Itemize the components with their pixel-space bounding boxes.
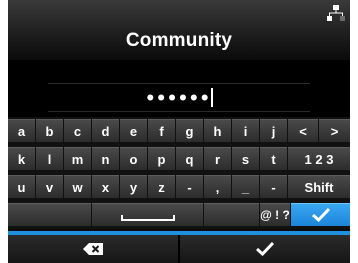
key-underscore[interactable]: _ (232, 175, 259, 198)
masked-value: •••••• (144, 89, 211, 109)
key-j[interactable]: j (260, 119, 287, 142)
key-w[interactable]: w (64, 175, 91, 198)
password-input-area[interactable]: •••••• (8, 60, 350, 117)
text-cursor (211, 88, 214, 107)
title-bar: Community (8, 0, 350, 60)
key-x[interactable]: x (92, 175, 119, 198)
key-shift[interactable]: Shift (288, 175, 350, 198)
key-k[interactable]: k (8, 147, 35, 170)
key-z[interactable]: z (148, 175, 175, 198)
backspace-icon (83, 243, 103, 255)
key-a[interactable]: a (8, 119, 35, 142)
key-b[interactable]: b (36, 119, 63, 142)
key-numeric-mode[interactable]: 1 2 3 (288, 147, 350, 170)
page-title: Community (125, 30, 233, 51)
key-dash[interactable]: - (260, 175, 287, 198)
key-cursor-right[interactable]: > (319, 119, 350, 142)
key-y[interactable]: y (120, 175, 147, 198)
key-f[interactable]: f (148, 119, 175, 142)
key-comma[interactable]: , (204, 175, 231, 198)
confirm-button[interactable] (180, 235, 350, 263)
key-d[interactable]: d (92, 119, 119, 142)
key-space[interactable] (92, 203, 203, 226)
key-n[interactable]: n (92, 147, 119, 170)
network-icon (327, 5, 345, 21)
key-cursor-left[interactable]: < (288, 119, 318, 142)
key-o[interactable]: o (120, 147, 147, 170)
check-icon (311, 208, 330, 222)
key-v[interactable]: v (36, 175, 63, 198)
password-field[interactable]: •••••• (8, 88, 350, 109)
key-c[interactable]: c (64, 119, 91, 142)
key-u[interactable]: u (8, 175, 35, 198)
divider-line (48, 111, 310, 112)
key-hyphen[interactable]: - (176, 175, 203, 198)
on-screen-keyboard: a b c d e f g h i j < > k l m n o p q r … (8, 117, 350, 229)
key-symbols[interactable]: @ ! ? (260, 203, 290, 226)
key-q[interactable]: q (176, 147, 203, 170)
check-icon (256, 242, 274, 256)
key-i[interactable]: i (232, 119, 259, 142)
key-h[interactable]: h (204, 119, 231, 142)
backspace-button[interactable] (8, 235, 178, 263)
key-blank (8, 203, 91, 226)
key-e[interactable]: e (120, 119, 147, 142)
printer-lcd-screen: Community •••••• a b c d e f g h i j < >… (8, 0, 350, 263)
key-l[interactable]: l (36, 147, 63, 170)
divider-line (48, 83, 310, 84)
key-t[interactable]: t (260, 147, 287, 170)
key-s[interactable]: s (232, 147, 259, 170)
space-bar-icon (120, 215, 175, 221)
key-p[interactable]: p (148, 147, 175, 170)
key-m[interactable]: m (64, 147, 91, 170)
key-enter[interactable] (291, 203, 350, 226)
key-blank (204, 203, 259, 226)
key-r[interactable]: r (204, 147, 231, 170)
key-g[interactable]: g (176, 119, 203, 142)
